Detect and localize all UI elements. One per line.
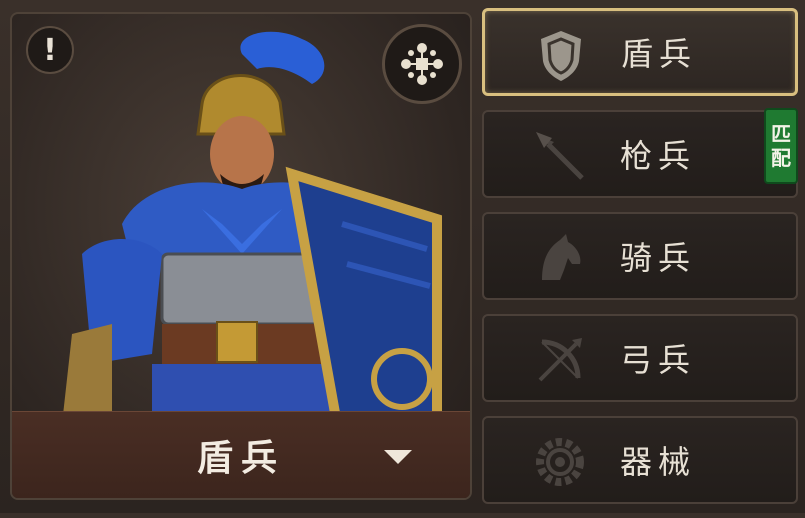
dropdown-arrow-icon[interactable]	[384, 450, 412, 464]
gear-icon	[536, 438, 584, 486]
troop-label: 枪兵	[620, 137, 697, 175]
troop-type-selector[interactable]: 盾兵	[12, 411, 470, 498]
spear-icon	[536, 132, 584, 180]
troop-item-cavalry[interactable]: 骑兵	[482, 212, 798, 300]
bow-icon	[538, 338, 582, 382]
match-badge: 匹 配	[764, 108, 798, 184]
troop-type-list: 盾兵 枪兵 匹 配 骑兵 弓兵 器械	[482, 8, 798, 518]
troop-item-archer[interactable]: 弓兵	[482, 314, 798, 402]
formation-icon	[401, 43, 443, 85]
troop-label: 弓兵	[620, 341, 697, 379]
exclamation-icon: !	[43, 32, 57, 68]
shield-icon	[541, 31, 581, 81]
horse-icon	[542, 234, 581, 280]
match-badge-char: 配	[771, 146, 791, 170]
match-badge-char: 匹	[771, 122, 791, 146]
troop-label: 盾兵	[621, 35, 698, 73]
info-button[interactable]: !	[26, 26, 74, 74]
troop-item-spear[interactable]: 枪兵 匹 配	[482, 108, 798, 198]
selected-troop-name: 盾兵	[196, 437, 285, 479]
troop-item-siege[interactable]: 器械	[482, 416, 798, 504]
shield-soldier-portrait	[62, 31, 442, 424]
troop-label: 骑兵	[620, 239, 697, 277]
troop-label: 器械	[620, 443, 697, 481]
hero-portrait-panel: ! 盾兵	[10, 12, 472, 500]
troop-item-shield[interactable]: 盾兵	[482, 8, 798, 96]
formation-button[interactable]	[382, 24, 462, 104]
